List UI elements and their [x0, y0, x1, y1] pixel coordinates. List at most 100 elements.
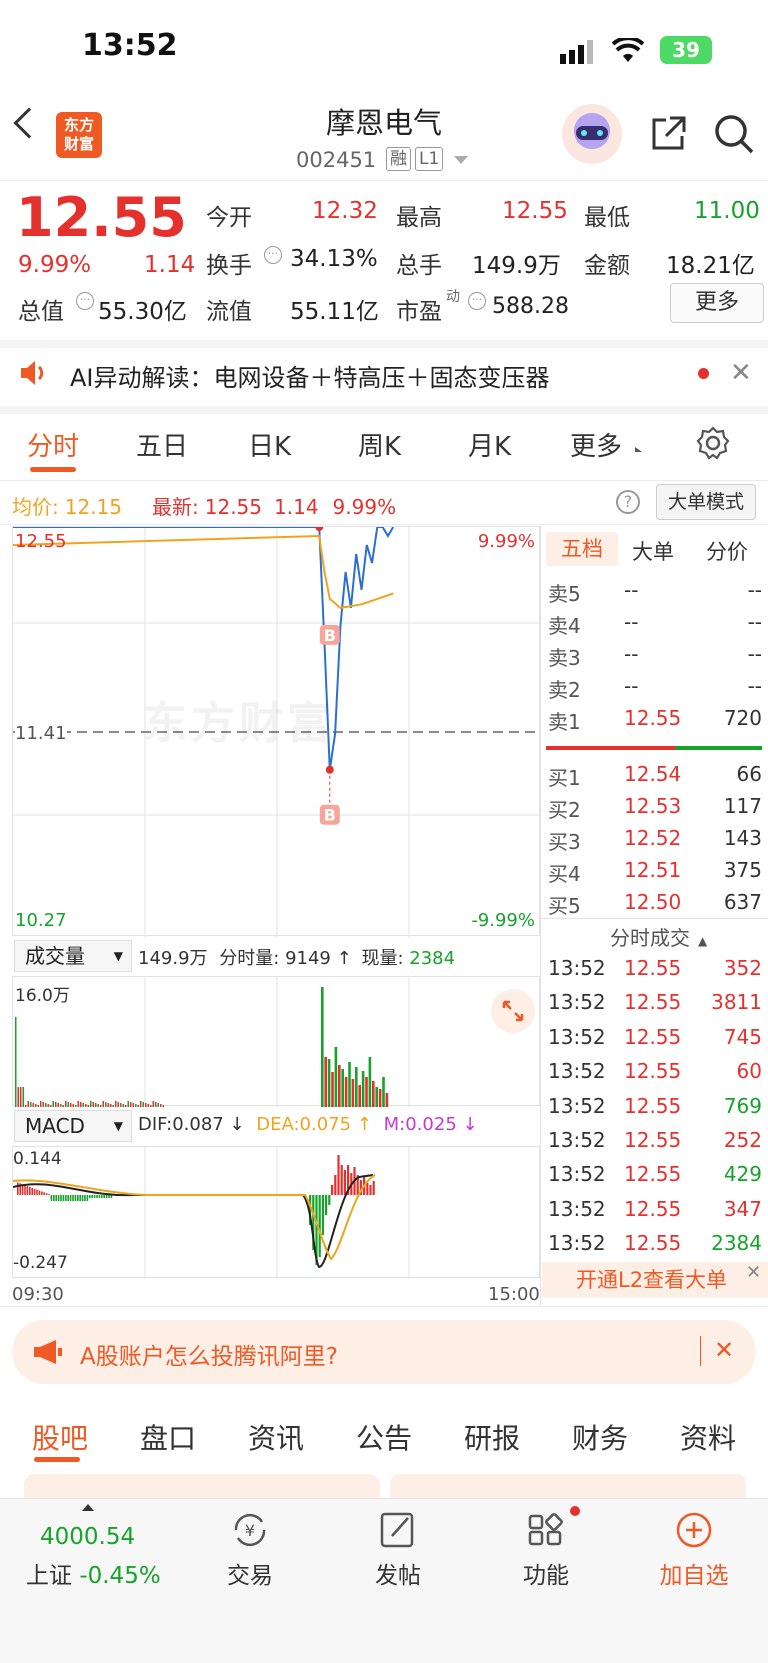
volume-selector[interactable]: 成交量 ▼	[14, 940, 132, 972]
ai-insight-text[interactable]: AI异动解读：电网设备＋特高压＋固态变压器	[70, 358, 550, 393]
tab-announcements[interactable]: 公告	[356, 1417, 412, 1457]
macd-selector[interactable]: MACD ▼	[14, 1110, 132, 1142]
expand-icon[interactable]	[491, 989, 535, 1033]
ask-label: 卖2	[548, 678, 581, 702]
info-dots-icon[interactable]: ···	[76, 292, 94, 310]
tab-more[interactable]: 更多	[570, 426, 622, 463]
trade-price: 12.55	[624, 1128, 682, 1152]
volume-bar	[385, 1093, 389, 1107]
volume-bar	[351, 1079, 355, 1107]
tab-profile[interactable]: 资料	[680, 1417, 736, 1457]
tab-daily[interactable]: 日K	[248, 426, 291, 463]
add-watchlist-icon[interactable]	[644, 1510, 744, 1554]
chevron-down-icon[interactable]	[454, 156, 468, 164]
change-pct: 9.99%	[18, 252, 92, 278]
tab-price-dist[interactable]: 分价	[706, 536, 748, 566]
volume-bar	[40, 1101, 42, 1107]
close-icon[interactable]: ✕	[730, 358, 752, 388]
notification-dot	[570, 1506, 580, 1516]
macd-bar	[43, 1192, 45, 1195]
function-grid-icon[interactable]	[496, 1510, 596, 1554]
ai-robot-icon[interactable]	[562, 104, 622, 164]
macd-bar	[77, 1195, 79, 1201]
level-tag[interactable]: L1	[415, 147, 444, 171]
low-value: 11.00	[694, 198, 760, 224]
pe-sup: 动	[446, 289, 460, 305]
trade-row: 13:52 12.55 347	[548, 1197, 762, 1225]
tab-forum[interactable]: 股吧	[32, 1417, 88, 1457]
macd-bar	[340, 1165, 343, 1195]
trade-price: 12.55	[624, 1231, 682, 1256]
trade-icon[interactable]: ¥	[200, 1510, 300, 1554]
tab-news[interactable]: 资讯	[248, 1417, 304, 1457]
tab-research[interactable]: 研报	[464, 1417, 520, 1457]
trade-time: 13:52	[548, 1196, 606, 1221]
tab-big-order[interactable]: 大单	[632, 536, 674, 566]
edit-post-icon[interactable]	[348, 1510, 448, 1554]
bid-row: 买4 12.51 375	[548, 858, 762, 886]
trade-price: 12.55	[624, 1024, 682, 1049]
y-max-label: 12.55	[15, 531, 67, 552]
open-label: 今开	[206, 205, 252, 231]
post-label[interactable]: 发帖	[348, 1556, 448, 1590]
ask-label: 卖1	[548, 710, 581, 734]
tab-orderbook[interactable]: 盘口	[140, 1417, 196, 1457]
macd-bar	[89, 1195, 91, 1198]
card-preview[interactable]	[390, 1474, 746, 1498]
bid-volume: 637	[723, 890, 762, 914]
caret-up-icon	[82, 1504, 94, 1511]
tab-intraday[interactable]: 分时	[27, 426, 79, 463]
index-value[interactable]: 4000.54	[40, 1524, 135, 1550]
macd-bar	[366, 1183, 369, 1195]
bid-price: 12.51	[624, 858, 682, 882]
info-dots-icon[interactable]: ···	[264, 246, 282, 264]
volume-bar	[140, 1101, 142, 1107]
mktcap-label: 总值	[18, 299, 64, 325]
macd-chart[interactable]: 0.144 -0.247	[12, 1146, 540, 1279]
trade-row: 13:52 12.55 745	[548, 1025, 762, 1053]
bid-label: 买5	[548, 894, 581, 918]
volume-bar	[361, 1071, 365, 1107]
close-icon[interactable]: ✕	[746, 1262, 761, 1283]
l2-upgrade-banner[interactable]: 开通L2查看大单	[542, 1262, 768, 1298]
tab-5day[interactable]: 五日	[136, 426, 188, 463]
trade-label[interactable]: 交易	[200, 1556, 300, 1590]
ask-volume: --	[747, 642, 762, 666]
tab-finance[interactable]: 财务	[572, 1417, 628, 1457]
trade-volume: 745	[723, 1024, 762, 1049]
promo-text[interactable]: A股账户怎么投腾讯阿里?	[80, 1337, 338, 1371]
close-icon[interactable]: ✕	[714, 1336, 734, 1364]
index-ticker[interactable]: 上证 -0.45%	[26, 1556, 161, 1590]
float-label: 流值	[206, 299, 252, 325]
volume-bar	[150, 1105, 152, 1107]
volume-value: 149.9万	[472, 253, 561, 279]
volume-bar	[365, 1077, 368, 1107]
volume-chart[interactable]: 16.0万	[12, 976, 540, 1107]
trade-price: 12.55	[624, 1093, 682, 1118]
ask-price: 12.55	[624, 706, 682, 730]
more-button[interactable]: 更多	[670, 283, 764, 323]
pe-label: 市盈	[396, 299, 442, 325]
volume-bar	[142, 1102, 144, 1107]
add-watchlist-label[interactable]: 加自选	[644, 1556, 744, 1590]
tab-monthly[interactable]: 月K	[468, 426, 511, 463]
stock-code: 002451	[296, 148, 377, 172]
search-icon[interactable]	[712, 112, 756, 160]
macd-bar	[108, 1195, 110, 1198]
macd-bar	[55, 1195, 57, 1201]
help-icon[interactable]: ?	[616, 490, 640, 514]
price-chart[interactable]: B B 12.55 9.99% 11.41 10.27 -9.99% 东方财富	[12, 526, 541, 937]
function-label[interactable]: 功能	[496, 1556, 596, 1590]
card-preview[interactable]	[24, 1474, 380, 1498]
trades-header[interactable]: 分时成交 ▲	[610, 922, 707, 951]
macd-bar	[57, 1195, 60, 1201]
bid-volume: 143	[723, 826, 762, 850]
tab-order-book[interactable]: 五档	[546, 532, 618, 566]
trade-time: 13:52	[548, 990, 606, 1015]
macd-bar	[74, 1195, 77, 1201]
big-order-mode-button[interactable]: 大单模式	[656, 484, 756, 520]
gear-icon[interactable]	[696, 426, 730, 464]
tab-weekly[interactable]: 周K	[358, 426, 401, 463]
info-dots-icon[interactable]: ···	[468, 292, 486, 310]
share-icon[interactable]	[648, 114, 688, 158]
